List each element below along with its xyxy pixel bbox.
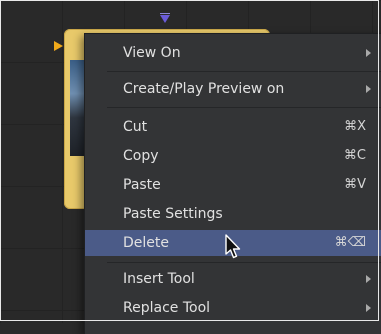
menu-item-view-on[interactable]: View On (85, 40, 381, 66)
context-menu: View On Create/Play Preview on Cut ⌘X Co… (84, 33, 381, 334)
menu-item-label: Copy (123, 148, 159, 164)
menu-item-cut[interactable]: Cut ⌘X (85, 114, 381, 140)
menu-separator (107, 71, 381, 72)
menu-item-label: Create/Play Preview on (123, 81, 285, 97)
menu-item-paste-settings[interactable]: Paste Settings (85, 201, 381, 227)
menu-item-label: Delete (123, 235, 169, 251)
menu-item-label: Cut (123, 119, 148, 135)
submenu-arrow-icon (366, 49, 371, 57)
node-connector-arrow-icon[interactable] (160, 13, 170, 23)
shortcut-label: ⌘⌫ (334, 235, 366, 250)
menu-item-paste[interactable]: Paste ⌘V (85, 172, 381, 198)
menu-item-label: View On (123, 45, 181, 61)
menu-item-replace-tool[interactable]: Replace Tool (85, 295, 381, 321)
menu-item-create-play-preview[interactable]: Create/Play Preview on (85, 76, 381, 102)
menu-item-label: Paste Settings (123, 206, 223, 222)
submenu-arrow-icon (366, 304, 371, 312)
menu-item-label: Paste (123, 177, 161, 193)
menu-item-copy[interactable]: Copy ⌘C (85, 143, 381, 169)
shortcut-label: ⌘V (344, 177, 366, 192)
submenu-arrow-icon (366, 85, 371, 93)
menu-separator (107, 107, 381, 108)
node-input-arrow-icon[interactable] (54, 41, 63, 51)
menu-item-insert-tool[interactable]: Insert Tool (85, 266, 381, 292)
menu-item-label: Replace Tool (123, 300, 211, 316)
menu-separator (107, 262, 381, 263)
menu-item-label: Insert Tool (123, 271, 195, 287)
shortcut-label: ⌘C (343, 148, 366, 163)
mouse-pointer-icon (225, 234, 241, 259)
submenu-arrow-icon (366, 275, 371, 283)
shortcut-label: ⌘X (344, 119, 366, 134)
